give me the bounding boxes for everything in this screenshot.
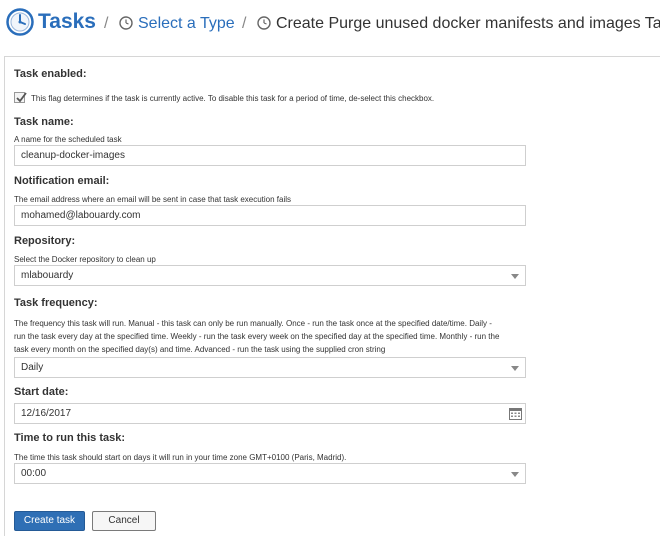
repository-select[interactable]: mlabouardy: [14, 265, 526, 286]
start-date-input[interactable]: 12/16/2017: [14, 403, 526, 424]
breadcrumb-select-type-link[interactable]: Select a Type: [138, 15, 235, 33]
run-time-select[interactable]: 00:00: [14, 463, 526, 484]
task-frequency-selected-value: Daily: [21, 362, 44, 373]
task-enabled-label: Task enabled:: [14, 68, 87, 80]
run-time-label: Time to run this task:: [14, 432, 126, 444]
task-frequency-help-line2: run the task every day at the specified …: [14, 332, 500, 341]
task-frequency-select[interactable]: Daily: [14, 357, 526, 378]
cancel-button[interactable]: Cancel: [92, 511, 156, 531]
notification-email-label: Notification email:: [14, 175, 110, 187]
repository-help: Select the Docker repository to clean up: [14, 255, 156, 264]
task-name-help: A name for the scheduled task: [14, 135, 122, 144]
run-time-help: The time this task should start on days …: [14, 453, 347, 462]
notification-email-input[interactable]: mohamed@labouardy.com: [14, 205, 526, 226]
notification-email-help: The email address where an email will be…: [14, 195, 292, 204]
task-frequency-label: Task frequency:: [14, 297, 98, 309]
repository-label: Repository:: [14, 235, 76, 247]
breadcrumb-separator: /: [104, 15, 109, 32]
task-name-label: Task name:: [14, 116, 74, 128]
start-date-label: Start date:: [14, 386, 69, 398]
clock-icon: [257, 16, 271, 30]
repository-selected-value: mlabouardy: [21, 270, 74, 281]
create-task-button[interactable]: Create task: [14, 511, 85, 531]
breadcrumb-separator: /: [242, 15, 247, 32]
clock-icon: [119, 16, 133, 30]
calendar-icon[interactable]: [509, 408, 522, 420]
chevron-down-icon: [511, 366, 519, 371]
chevron-down-icon: [511, 274, 519, 279]
task-frequency-help-line3: task every month on the specified day(s)…: [14, 345, 386, 354]
start-date-value: 12/16/2017: [21, 408, 72, 419]
task-frequency-help-line1: The frequency this task will run. Manual…: [14, 319, 492, 328]
breadcrumb-tasks-link[interactable]: Tasks: [38, 10, 96, 34]
task-enabled-checkbox[interactable]: [14, 92, 27, 103]
task-name-input[interactable]: cleanup-docker-images: [14, 145, 526, 166]
run-time-selected-value: 00:00: [21, 468, 47, 479]
checkmark-icon: [16, 92, 27, 103]
breadcrumb: Tasks / Select a Type / Create Purge unu…: [0, 0, 660, 50]
task-enabled-help: This flag determines if the task is curr…: [31, 94, 435, 103]
clock-icon: [6, 8, 34, 36]
chevron-down-icon: [511, 472, 519, 477]
page-title: Create Purge unused docker manifests and…: [276, 15, 660, 32]
